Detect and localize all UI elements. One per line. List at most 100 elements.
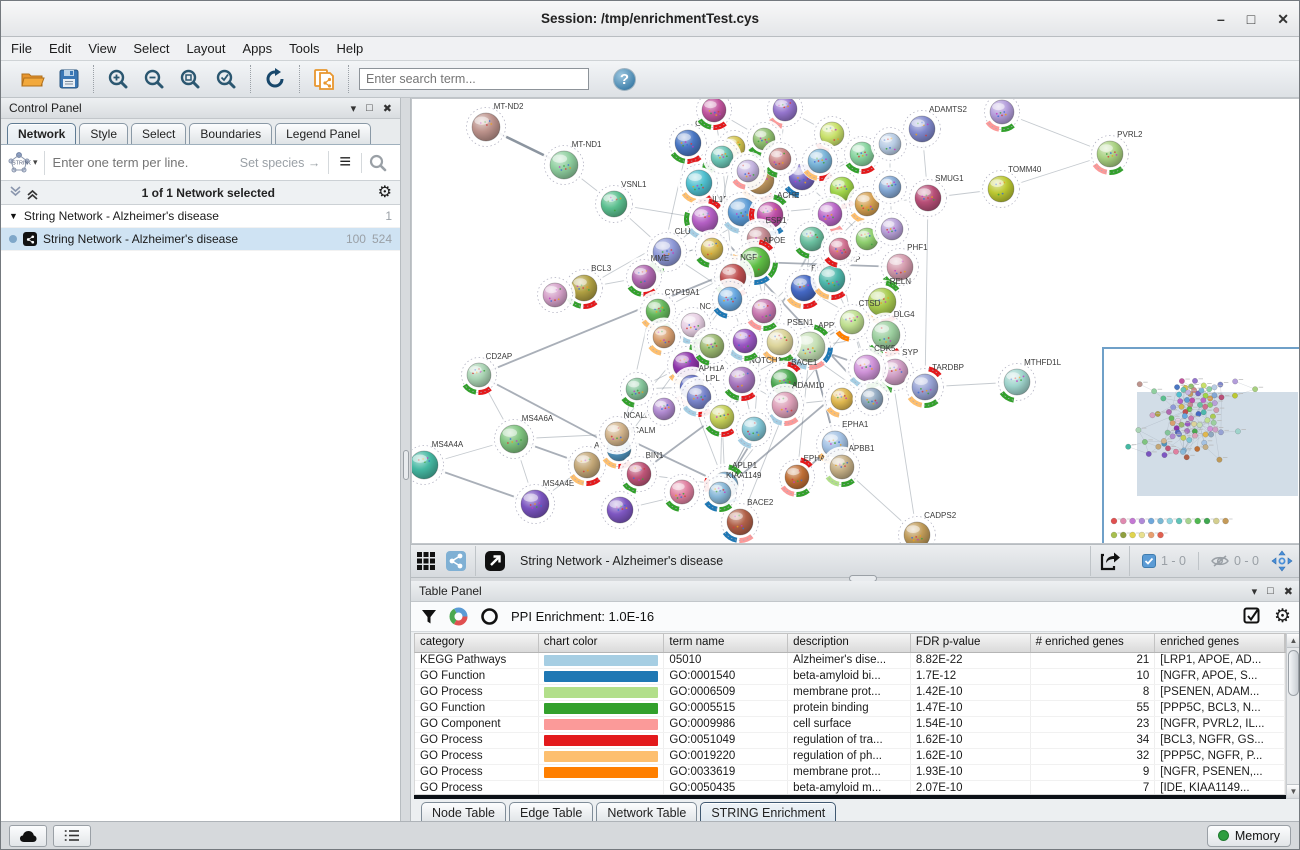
minimize-button[interactable]: –: [1217, 11, 1225, 27]
zoom-out-button[interactable]: [140, 65, 168, 93]
close-button[interactable]: ✕: [1277, 11, 1289, 28]
zoom-fit-button[interactable]: [176, 65, 204, 93]
node-MS4A4A[interactable]: MS4A4A: [412, 440, 464, 488]
settings-gear-icon[interactable]: ⚙: [1274, 607, 1291, 626]
menu-tools[interactable]: Tools: [289, 41, 319, 56]
node[interactable]: [873, 210, 912, 249]
table-row[interactable]: GO FunctionGO:0001540beta-amyloid bi...1…: [415, 669, 1285, 685]
gear-icon[interactable]: ⚙: [378, 185, 392, 201]
string-search-button[interactable]: [361, 153, 394, 173]
panel-splitter[interactable]: [401, 98, 411, 823]
panel-close-icon[interactable]: ✖: [1284, 585, 1293, 598]
chart-donut-icon[interactable]: [449, 607, 468, 626]
node-MS4A4E[interactable]: MS4A4E: [513, 479, 575, 527]
automation-status-button[interactable]: [9, 825, 47, 847]
column-header-6[interactable]: enriched genes: [1155, 634, 1285, 652]
node-ADAM10[interactable]: ADAM10: [764, 381, 825, 427]
search-input[interactable]: [359, 68, 589, 90]
table-row[interactable]: KEGG Pathways05010Alzheimer's dise...8.8…: [415, 653, 1285, 669]
panel-close-icon[interactable]: ✖: [383, 102, 392, 115]
panel-float-icon[interactable]: □: [366, 102, 373, 114]
node[interactable]: [693, 230, 732, 269]
scrollbar-thumb[interactable]: [1288, 650, 1299, 696]
open-session-button[interactable]: [19, 65, 47, 93]
node[interactable]: [599, 489, 642, 532]
select-columns-icon[interactable]: [1243, 607, 1262, 626]
zoom-in-button[interactable]: [104, 65, 132, 93]
column-header-4[interactable]: FDR p-value: [911, 634, 1031, 652]
node-TOMM40[interactable]: TOMM40: [980, 165, 1042, 211]
menu-apps[interactable]: Apps: [243, 41, 273, 56]
splitter-handle[interactable]: [403, 450, 409, 480]
node-EPHA5[interactable]: EPHA5: [777, 454, 831, 498]
panel-menu-icon[interactable]: ▾: [351, 102, 357, 115]
node-VSNL1[interactable]: VSNL1: [593, 180, 648, 226]
node[interactable]: [853, 380, 892, 419]
table-row[interactable]: GO ProcessGO:0050435beta-amyloid m...2.0…: [415, 781, 1285, 795]
node[interactable]: [662, 472, 703, 513]
panel-float-icon[interactable]: □: [1267, 585, 1274, 597]
refresh-button[interactable]: [261, 65, 289, 93]
network-collection-row[interactable]: ▼ String Network - Alzheimer's disease 1: [1, 205, 400, 228]
table-row[interactable]: GO ProcessGO:0051049regulation of tra...…: [415, 733, 1285, 749]
title-bar[interactable]: Session: /tmp/enrichmentTest.cys – □ ✕: [1, 1, 1299, 37]
string-view-button[interactable]: [441, 546, 471, 576]
node[interactable]: [744, 291, 785, 332]
table-row[interactable]: GO ProcessGO:0006509membrane prot...1.42…: [415, 685, 1285, 701]
birds-eye-view[interactable]: [1102, 347, 1300, 544]
export-network-button[interactable]: [1095, 546, 1125, 576]
table-row[interactable]: GO FunctionGO:0005515protein binding1.47…: [415, 701, 1285, 717]
tab-node-table[interactable]: Node Table: [421, 802, 506, 823]
node-PVRL2[interactable]: PVRL2: [1089, 130, 1144, 176]
node[interactable]: [645, 318, 684, 357]
node[interactable]: [618, 370, 657, 409]
menu-layout[interactable]: Layout: [186, 41, 225, 56]
column-header-0[interactable]: category: [415, 634, 539, 652]
table-vertical-scrollbar[interactable]: ▲ ▼: [1286, 633, 1300, 799]
expand-all-icon[interactable]: [26, 186, 39, 200]
network-row-selected[interactable]: String Network - Alzheimer's disease 100…: [1, 228, 400, 251]
tab-legend-panel[interactable]: Legend Panel: [275, 123, 371, 144]
tab-string-enrichment[interactable]: STRING Enrichment: [700, 802, 836, 823]
node[interactable]: [535, 275, 576, 316]
save-session-button[interactable]: [55, 65, 83, 93]
string-options-menu-icon[interactable]: ≡: [328, 151, 361, 174]
maximize-button[interactable]: □: [1247, 11, 1255, 27]
tab-boundaries[interactable]: Boundaries: [189, 123, 272, 144]
open-in-string-button[interactable]: [480, 546, 510, 576]
menu-help[interactable]: Help: [337, 41, 364, 56]
node-MTHFD1L[interactable]: MTHFD1L: [996, 358, 1062, 404]
column-header-5[interactable]: # enriched genes: [1031, 634, 1156, 652]
string-query-input[interactable]: [45, 155, 240, 170]
node-CADPS2[interactable]: CADPS2: [896, 511, 957, 543]
clone-network-button[interactable]: [310, 65, 338, 93]
menu-view[interactable]: View: [88, 41, 116, 56]
node[interactable]: [734, 409, 775, 450]
zoom-selected-button[interactable]: [212, 65, 240, 93]
memory-button[interactable]: Memory: [1207, 825, 1291, 847]
column-header-3[interactable]: description: [788, 634, 911, 652]
node-MT-ND1[interactable]: MT-ND1: [542, 140, 603, 188]
tab-network[interactable]: Network: [7, 123, 76, 144]
collapse-triangle-icon[interactable]: ▼: [9, 211, 18, 221]
help-button[interactable]: ?: [613, 68, 636, 91]
node[interactable]: [871, 168, 910, 207]
tab-edge-table[interactable]: Edge Table: [509, 802, 593, 823]
node[interactable]: [982, 99, 1023, 133]
table-row[interactable]: GO ComponentGO:0009986cell surface1.54E-…: [415, 717, 1285, 733]
menu-edit[interactable]: Edit: [49, 41, 71, 56]
node-ADAMTS2[interactable]: ADAMTS2: [901, 105, 968, 151]
string-db-selector[interactable]: STRING ▾: [7, 151, 45, 175]
network-canvas[interactable]: MT-ND2MT-ND1VSNL1GAB2ADAMTS2PVRL2TOMM40S…: [411, 98, 1300, 544]
panel-menu-icon[interactable]: ▾: [1252, 585, 1258, 598]
tab-network-table[interactable]: Network Table: [596, 802, 697, 823]
grid-view-button[interactable]: [411, 546, 441, 576]
node-MME[interactable]: MME: [624, 254, 670, 298]
ring-chart-icon[interactable]: [480, 607, 499, 626]
table-row[interactable]: GO ProcessGO:0033619membrane prot...1.93…: [415, 765, 1285, 781]
navigator-button[interactable]: [1267, 546, 1297, 576]
tab-select[interactable]: Select: [131, 123, 186, 144]
scroll-up-arrow[interactable]: ▲: [1287, 634, 1300, 648]
node-SMUG1[interactable]: SMUG1: [907, 174, 965, 220]
node[interactable]: [692, 326, 733, 367]
